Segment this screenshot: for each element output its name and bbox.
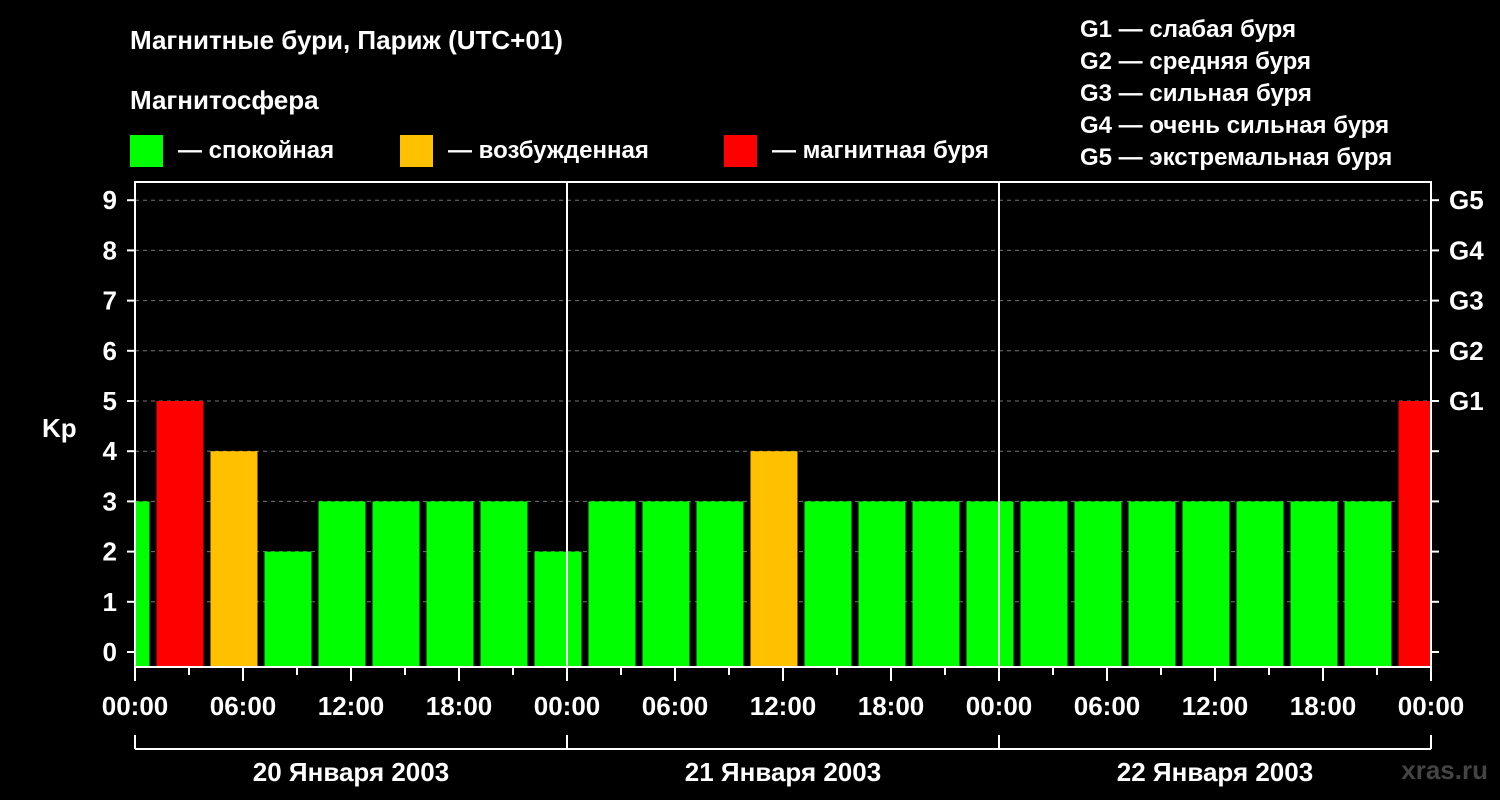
- x-tick-label: 06:00: [210, 691, 277, 721]
- kp-bar: [135, 501, 150, 667]
- y-tick-label: 3: [103, 486, 117, 516]
- day-label-3: 22 Января 2003: [1117, 757, 1313, 787]
- x-tick-label: 12:00: [318, 691, 385, 721]
- kp-bar: [1182, 501, 1230, 667]
- watermark: xras.ru: [1401, 755, 1488, 785]
- storm-level-label: G1: [1449, 386, 1484, 416]
- legend-swatch-quiet: [130, 135, 163, 167]
- legend-label-quiet: — спокойная: [178, 137, 334, 164]
- storm-scale-g2: G2 — средняя буря: [1080, 48, 1311, 75]
- y-tick-label: 2: [103, 537, 117, 567]
- kp-bar: [1020, 501, 1068, 667]
- x-tick-label: 12:00: [1182, 691, 1249, 721]
- chart-title: Магнитные бури, Париж (UTC+01): [130, 25, 563, 55]
- kp-bar: [1236, 501, 1284, 667]
- x-tick-label: 18:00: [858, 691, 925, 721]
- kp-bar: [696, 501, 744, 667]
- y-tick-label: 5: [103, 386, 117, 416]
- legend-swatch-active: [400, 135, 433, 167]
- kp-bar: [534, 551, 582, 667]
- kp-index-chart: Магнитные бури, Париж (UTC+01) Магнитосф…: [42, 16, 1488, 787]
- kp-bar: [210, 451, 258, 667]
- kp-bar: [750, 451, 798, 667]
- y-tick-label: 8: [103, 235, 117, 265]
- storm-scale-g5: G5 — экстремальная буря: [1080, 144, 1392, 171]
- x-tick-label: 18:00: [426, 691, 493, 721]
- storm-scale-g3: G3 — сильная буря: [1080, 80, 1312, 107]
- legend: — спокойная — возбужденная — магнитная б…: [130, 135, 989, 167]
- kp-bar: [966, 501, 1014, 667]
- kp-bar: [264, 551, 312, 667]
- kp-bar: [1290, 501, 1338, 667]
- storm-level-label: G2: [1449, 336, 1484, 366]
- y-tick-label: 9: [103, 185, 117, 215]
- legend-label-storm: — магнитная буря: [772, 137, 989, 164]
- kp-bar: [372, 501, 420, 667]
- y-tick-label: 0: [103, 637, 117, 667]
- x-tick-label: 18:00: [1290, 691, 1357, 721]
- kp-bar: [804, 501, 852, 667]
- plot-area: 0 1 2 3 4 5 6 7 8 9 G1 G2 G3 G4 G5 00:00 06:00 12:00 18:00…: [102, 181, 1484, 750]
- storm-level-label: G5: [1449, 185, 1484, 215]
- x-tick-label: 12:00: [750, 691, 817, 721]
- kp-bar: [318, 501, 366, 667]
- kp-bar: [858, 501, 906, 667]
- storm-scale-g4: G4 — очень сильная буря: [1080, 112, 1389, 139]
- y-tick-label: 1: [103, 587, 117, 617]
- kp-bar: [642, 501, 690, 667]
- kp-bar: [912, 501, 960, 667]
- kp-bar: [1398, 401, 1431, 667]
- kp-bar: [480, 501, 528, 667]
- day-label-1: 20 Января 2003: [253, 757, 449, 787]
- day-label-2: 21 Января 2003: [685, 757, 881, 787]
- y-axis-label: Kp: [42, 413, 77, 443]
- day-labels: 20 Января 2003 21 Января 2003 22 Января …: [253, 757, 1313, 787]
- legend-title: Магнитосфера: [130, 85, 319, 115]
- kp-bar: [1074, 501, 1122, 667]
- x-tick-label: 00:00: [534, 691, 601, 721]
- y-tick-label: 7: [103, 286, 117, 316]
- y-tick-label: 4: [103, 436, 118, 466]
- kp-bar: [588, 501, 636, 667]
- x-tick-label: 00:00: [966, 691, 1033, 721]
- x-tick-label: 06:00: [642, 691, 709, 721]
- x-tick-label: 00:00: [1398, 691, 1465, 721]
- storm-scale-legend: G1 — слабая буря G2 — средняя буря G3 — …: [1080, 16, 1392, 171]
- kp-bar: [1128, 501, 1176, 667]
- legend-swatch-storm: [724, 135, 757, 167]
- legend-label-active: — возбужденная: [448, 137, 649, 164]
- kp-bar: [156, 401, 204, 667]
- storm-level-label: G4: [1449, 235, 1484, 265]
- x-tick-label: 06:00: [1074, 691, 1141, 721]
- kp-bar: [426, 501, 474, 667]
- kp-bar: [1344, 501, 1392, 667]
- y-tick-label: 6: [103, 336, 117, 366]
- storm-scale-g1: G1 — слабая буря: [1080, 16, 1296, 43]
- x-tick-label: 00:00: [102, 691, 169, 721]
- storm-level-label: G3: [1449, 286, 1484, 316]
